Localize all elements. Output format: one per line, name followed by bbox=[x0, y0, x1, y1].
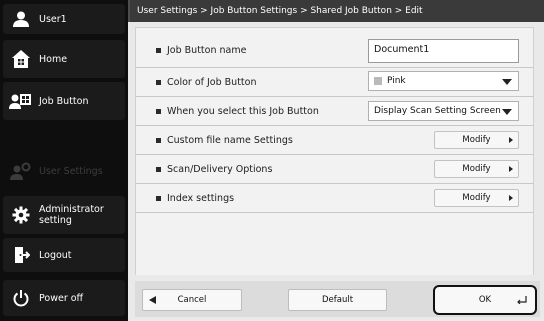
custom-file-name-modify-button[interactable]: Modify bbox=[434, 131, 519, 149]
row-index-settings: Index settings Modify bbox=[136, 184, 533, 213]
sidebar: User1 Home Job Button User Settings Admi… bbox=[0, 0, 128, 321]
bullet-icon bbox=[156, 48, 161, 53]
main-area: User Settings > Job Button Settings > Sh… bbox=[128, 0, 544, 321]
scan-delivery-modify-button[interactable]: Modify bbox=[434, 160, 519, 178]
sidebar-item-power-off[interactable]: Power off bbox=[3, 280, 125, 316]
ok-button-label: OK bbox=[478, 295, 492, 305]
footer-bar: Cancel Default OK bbox=[135, 281, 540, 317]
sidebar-item-administrator-setting[interactable]: Administrator setting bbox=[3, 196, 125, 234]
bullet-icon bbox=[156, 195, 161, 201]
row-scan-delivery: Scan/Delivery Options Modify bbox=[136, 155, 533, 184]
user-settings-icon bbox=[3, 161, 39, 181]
power-icon bbox=[3, 289, 39, 307]
chevron-right-icon bbox=[509, 195, 513, 201]
chevron-right-icon bbox=[509, 137, 513, 143]
job-button-name-input[interactable]: Document1 bbox=[368, 39, 519, 63]
sidebar-item-job-button[interactable]: Job Button bbox=[3, 82, 125, 120]
row-on-select: When you select this Job Button Display … bbox=[136, 97, 533, 126]
chevron-right-icon bbox=[509, 166, 513, 172]
sidebar-item-logout[interactable]: Logout bbox=[3, 238, 125, 272]
row-color: Color of Job Button Pink bbox=[136, 68, 533, 97]
gear-icon bbox=[3, 206, 39, 224]
default-button-label: Default bbox=[321, 295, 354, 305]
modify-button-label: Modify bbox=[462, 193, 491, 203]
index-settings-label: Index settings bbox=[167, 192, 235, 204]
on-select-label: When you select this Job Button bbox=[167, 105, 319, 117]
bullet-icon bbox=[156, 166, 161, 172]
enter-icon bbox=[517, 296, 527, 307]
color-value: Pink bbox=[387, 76, 406, 86]
sidebar-item-logout-label: Logout bbox=[39, 249, 72, 261]
modify-button-label: Modify bbox=[462, 164, 491, 174]
sidebar-user[interactable]: User1 bbox=[3, 4, 125, 34]
bullet-icon bbox=[156, 79, 161, 85]
ok-button[interactable]: OK bbox=[433, 285, 537, 315]
sidebar-item-user-settings-label: User Settings bbox=[39, 165, 103, 177]
sidebar-user-label: User1 bbox=[39, 13, 67, 25]
logout-icon bbox=[3, 246, 39, 264]
sidebar-item-home[interactable]: Home bbox=[3, 40, 125, 78]
job-button-name-label: Job Button name bbox=[167, 45, 247, 56]
on-select-value: Display Scan Setting Screen bbox=[374, 106, 501, 116]
color-label: Color of Job Button bbox=[167, 76, 257, 88]
sidebar-item-home-label: Home bbox=[39, 53, 68, 65]
scan-delivery-label: Scan/Delivery Options bbox=[167, 163, 273, 175]
chevron-down-icon bbox=[502, 109, 512, 115]
sidebar-item-administrator-setting-label: Administrator setting bbox=[39, 204, 104, 226]
row-job-button-name: Job Button name Document1 bbox=[136, 34, 533, 68]
row-custom-file-name: Custom file name Settings Modify bbox=[136, 126, 533, 155]
color-dropdown[interactable]: Pink bbox=[368, 71, 519, 91]
sidebar-item-power-off-label: Power off bbox=[39, 292, 84, 304]
arrow-left-icon bbox=[149, 296, 156, 304]
custom-file-name-label: Custom file name Settings bbox=[167, 134, 293, 146]
color-swatch bbox=[374, 77, 382, 85]
cancel-button-label: Cancel bbox=[177, 295, 207, 305]
job-button-icon bbox=[3, 90, 39, 112]
default-button[interactable]: Default bbox=[288, 289, 387, 311]
settings-panel: Job Button name Document1 Color of Job B… bbox=[135, 27, 534, 275]
sidebar-item-user-settings: User Settings bbox=[3, 152, 125, 190]
breadcrumb: User Settings > Job Button Settings > Sh… bbox=[128, 0, 544, 22]
home-icon bbox=[3, 48, 39, 70]
cancel-button[interactable]: Cancel bbox=[142, 289, 242, 311]
bullet-icon bbox=[156, 137, 161, 143]
user-icon bbox=[3, 10, 39, 28]
modify-button-label: Modify bbox=[462, 135, 491, 145]
chevron-down-icon bbox=[502, 79, 512, 85]
index-settings-modify-button[interactable]: Modify bbox=[434, 189, 519, 207]
sidebar-item-job-button-label: Job Button bbox=[39, 95, 89, 107]
on-select-dropdown[interactable]: Display Scan Setting Screen bbox=[368, 101, 519, 121]
bullet-icon bbox=[156, 108, 161, 114]
